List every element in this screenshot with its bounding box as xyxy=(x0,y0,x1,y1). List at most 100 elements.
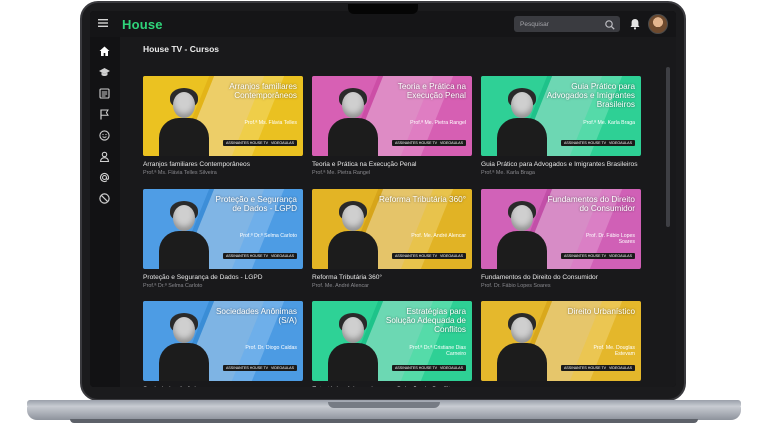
course-title[interactable]: Guia Prático para Advogados e Imigrantes… xyxy=(481,161,641,169)
videoaulas-badge: VIDEOAULAS xyxy=(606,140,635,146)
course-instructor: Prof. Me. André Alencar xyxy=(312,283,369,289)
course-instructor: Prof.ª Ms. Flávia Telles Silveira xyxy=(143,170,217,176)
course-title[interactable]: Proteção e Segurança de Dados - LGPD xyxy=(143,274,303,282)
subscriber-badge: ASSINANTES HOUSE TV xyxy=(561,365,610,371)
smiley-icon[interactable] xyxy=(98,129,111,142)
instructor-photo xyxy=(326,199,380,269)
course-thumbnail[interactable]: Proteção e Segurança de Dados - LGPD Prof… xyxy=(143,189,303,269)
course-thumbnail[interactable]: Teoria e Prática na Execução Penal Prof.ª… xyxy=(312,76,472,156)
block-icon[interactable] xyxy=(98,192,111,205)
course-card[interactable]: Direito Urbanístico Prof. Me. Douglas Est… xyxy=(481,301,641,386)
subscriber-badge: ASSINANTES HOUSE TV xyxy=(223,140,272,146)
thumbnail-title: Sociedades Anônimas (S/A) xyxy=(215,307,297,325)
videoaulas-badge: VIDEOAULAS xyxy=(268,140,297,146)
course-thumbnail[interactable]: Guia Prático para Advogados e Imigrantes… xyxy=(481,76,641,156)
instructor-photo xyxy=(495,199,549,269)
course-card[interactable]: Guia Prático para Advogados e Imigrantes… xyxy=(481,76,641,177)
course-thumbnail[interactable]: Reforma Tributária 360° Prof. Me. André A… xyxy=(312,189,472,269)
subscriber-badge: ASSINANTES HOUSE TV xyxy=(561,253,610,259)
thumbnail-instructor: Prof. Dr. Diogo Caldas xyxy=(245,345,297,351)
at-sign-icon[interactable] xyxy=(98,171,111,184)
videoaulas-badge: VIDEOAULAS xyxy=(268,253,297,259)
subscriber-badge: ASSINANTES HOUSE TV xyxy=(392,140,441,146)
laptop-feet xyxy=(70,419,698,423)
subscriber-badge: ASSINANTES HOUSE TV xyxy=(223,253,272,259)
thumbnail-title: Direito Urbanístico xyxy=(567,307,635,316)
page-title: House TV - Cursos xyxy=(143,44,220,54)
search-box[interactable] xyxy=(514,16,620,32)
thumbnail-instructor: Prof. Me. André Alencar xyxy=(411,233,466,239)
instructor-photo xyxy=(495,86,549,156)
course-title[interactable]: Sociedades Anônimas xyxy=(143,386,303,387)
instructor-photo xyxy=(157,311,211,381)
course-thumbnail[interactable]: Arranjos familiares Contemporâneos Prof.ª… xyxy=(143,76,303,156)
videoaulas-badge: VIDEOAULAS xyxy=(268,365,297,371)
flag-icon[interactable] xyxy=(98,108,111,121)
course-title[interactable]: Reforma Tributária 360° xyxy=(312,274,472,282)
course-card[interactable]: Reforma Tributária 360° Prof. Me. André A… xyxy=(312,189,472,290)
laptop-frame: House Pesquisar House TV - Cursos Arranj… xyxy=(0,0,768,432)
thumbnail-instructor: Prof.ª Dr.ª Cristiane Dias Carneiro xyxy=(409,345,466,357)
graduation-cap-icon[interactable] xyxy=(98,66,111,79)
course-thumbnail[interactable]: Direito Urbanístico Prof. Me. Douglas Est… xyxy=(481,301,641,381)
videoaulas-badge: VIDEOAULAS xyxy=(437,253,466,259)
bell-icon[interactable] xyxy=(628,17,642,31)
thumbnail-title: Estratégias para Solução Adequada de Con… xyxy=(385,307,466,334)
course-card[interactable]: Estratégias para Solução Adequada de Con… xyxy=(312,301,472,387)
subscriber-badge: ASSINANTES HOUSE TV xyxy=(561,140,610,146)
instructor-photo xyxy=(326,311,380,381)
videoaulas-badge: VIDEOAULAS xyxy=(606,253,635,259)
thumbnail-title: Fundamentos do Direito do Consumidor xyxy=(547,195,635,213)
course-instructor: Prof.ª Me. Pietra Rangel xyxy=(312,170,371,176)
instructor-photo xyxy=(495,311,549,381)
thumbnail-instructor: Prof.ª Me. Karla Braga xyxy=(583,120,635,126)
thumbnail-instructor: Prof.ª Me. Pietra Rangel xyxy=(410,120,466,126)
subscriber-badge: ASSINANTES HOUSE TV xyxy=(392,365,441,371)
course-title[interactable]: Estratégias Adequadas para Solução de Co… xyxy=(312,386,472,387)
course-card[interactable]: Sociedades Anônimas (S/A) Prof. Dr. Diogo… xyxy=(143,301,303,387)
thumbnail-instructor: Prof.ª Ms. Flávia Telles xyxy=(244,120,297,126)
thumbnail-title: Arranjos familiares Contemporâneos xyxy=(229,82,297,100)
house-logo[interactable]: House xyxy=(122,17,163,32)
course-card[interactable]: Fundamentos do Direito do Consumidor Prof… xyxy=(481,189,641,290)
camera-notch xyxy=(348,4,418,14)
sidebar xyxy=(90,37,120,387)
videoaulas-badge: VIDEOAULAS xyxy=(437,140,466,146)
course-card[interactable]: Teoria e Prática na Execução Penal Prof.ª… xyxy=(312,76,472,177)
search-input[interactable] xyxy=(520,18,600,30)
search-icon[interactable] xyxy=(604,18,616,30)
course-instructor: Prof.ª Me. Karla Braga xyxy=(481,170,535,176)
scrollbar[interactable] xyxy=(666,67,670,227)
course-thumbnail[interactable]: Fundamentos do Direito do Consumidor Prof… xyxy=(481,189,641,269)
instructor-photo xyxy=(157,86,211,156)
home-icon[interactable] xyxy=(98,45,111,58)
thumbnail-title: Guia Prático para Advogados e Imigrantes… xyxy=(546,82,635,109)
user-avatar[interactable] xyxy=(648,14,668,34)
subscriber-badge: ASSINANTES HOUSE TV xyxy=(223,365,272,371)
user-icon[interactable] xyxy=(98,150,111,163)
course-title[interactable]: Teoria e Prática na Execução Penal xyxy=(312,161,472,169)
instructor-photo xyxy=(157,199,211,269)
course-thumbnail[interactable]: Estratégias para Solução Adequada de Con… xyxy=(312,301,472,381)
hamburger-menu-icon[interactable] xyxy=(96,17,110,31)
main-content: House TV - Cursos Arranjos familiares Co… xyxy=(120,37,676,387)
instructor-photo xyxy=(326,86,380,156)
thumbnail-title: Reforma Tributária 360° xyxy=(378,195,466,204)
course-title[interactable]: Fundamentos do Direito do Consumidor xyxy=(481,274,641,282)
videoaulas-badge: VIDEOAULAS xyxy=(437,365,466,371)
screen: House Pesquisar House TV - Cursos Arranj… xyxy=(90,11,676,387)
videoaulas-badge: VIDEOAULAS xyxy=(606,365,635,371)
course-card[interactable]: Proteção e Segurança de Dados - LGPD Prof… xyxy=(143,189,303,290)
course-card[interactable]: Arranjos familiares Contemporâneos Prof.ª… xyxy=(143,76,303,177)
newspaper-icon[interactable] xyxy=(98,87,111,100)
course-title[interactable]: Arranjos familiares Contemporâneos xyxy=(143,161,303,169)
thumbnail-instructor: Prof. Dr. Fábio Lopes Soares xyxy=(585,233,635,245)
course-thumbnail[interactable]: Sociedades Anônimas (S/A) Prof. Dr. Diogo… xyxy=(143,301,303,381)
laptop-base xyxy=(27,406,741,420)
thumbnail-title: Teoria e Prática na Execução Penal xyxy=(397,82,466,100)
top-bar: House xyxy=(90,11,676,37)
course-instructor: Prof. Dr. Fábio Lopes Soares xyxy=(481,283,551,289)
thumbnail-title: Proteção e Segurança de Dados - LGPD xyxy=(215,195,297,213)
subscriber-badge: ASSINANTES HOUSE TV xyxy=(392,253,441,259)
thumbnail-instructor: Prof.ª Dr.ª Selma Carloto xyxy=(239,233,297,239)
